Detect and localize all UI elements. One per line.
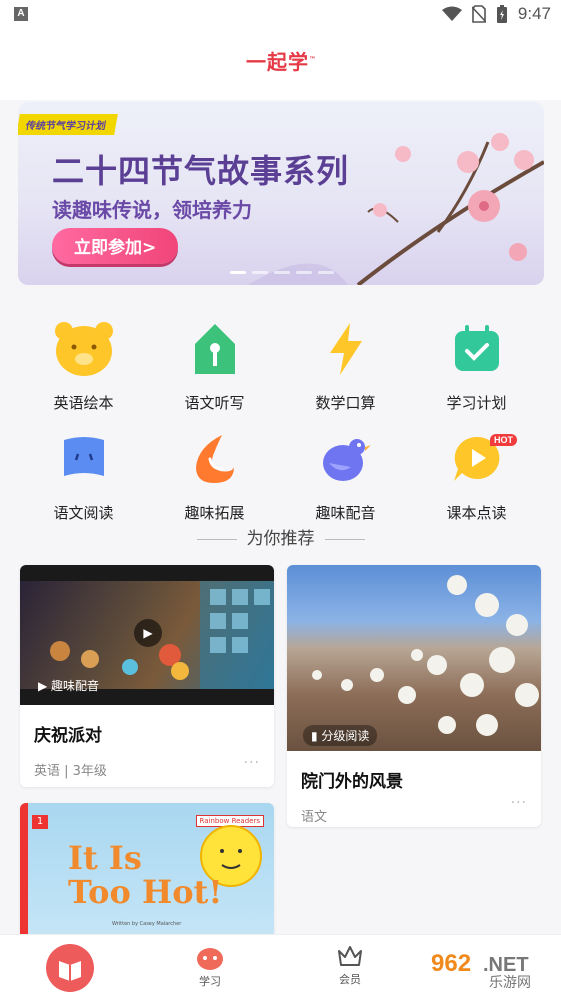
recommend-card[interactable]: ▶ ▶ 趣味配音 庆祝派对 英语 | 3年级 ··· <box>20 565 274 787</box>
cotton-field-image: ▮ 分级阅读 <box>287 565 541 751</box>
watermark-number: 962 <box>431 950 471 977</box>
tab-label: 学习 <box>199 975 221 988</box>
status-bar: A 9:47 <box>0 0 561 30</box>
more-options-icon[interactable]: ··· <box>511 795 527 811</box>
banner-subtitle: 读趣味传说，领培养力 <box>52 198 252 222</box>
carousel-indicator <box>230 271 334 274</box>
book-spine <box>20 803 28 943</box>
tab-member[interactable]: 会员 <box>280 935 420 1000</box>
menu-item-chinese-dictation[interactable]: 语文听写 <box>149 318 280 414</box>
video-thumbnail: ▶ ▶ 趣味配音 <box>20 565 274 705</box>
category-badge: ▶ 趣味配音 <box>38 679 100 693</box>
tab-study[interactable]: 学习 <box>140 935 280 1000</box>
banner-tag: 传统节气学习计划 <box>18 114 118 135</box>
flame-icon <box>184 428 246 490</box>
menu-item-math-calculation[interactable]: 数学口算 <box>280 318 411 414</box>
hot-badge: HOT <box>490 434 517 446</box>
book-icon <box>53 428 115 490</box>
menu-item-chinese-reading[interactable]: 语文阅读 <box>18 428 149 524</box>
feature-grid: 英语绘本 语文听写 数学口算 学习计划 语文阅读 趣味拓展 趣味配音 HOT 课… <box>18 318 544 524</box>
banner-title: 二十四节气故事系列 <box>52 152 350 190</box>
menu-item-study-plan[interactable]: 学习计划 <box>411 318 542 414</box>
card-meta: 语文 <box>301 810 328 825</box>
recommend-card[interactable]: ▮ 分级阅读 院门外的风景 语文 ··· <box>287 565 541 827</box>
no-sim-icon <box>471 5 486 23</box>
crown-icon <box>338 946 362 966</box>
menu-item-label: 语文听写 <box>184 394 245 412</box>
join-now-button[interactable]: 立即参加> <box>52 228 179 264</box>
bird-icon <box>315 428 377 490</box>
watermark-site: 乐游网 <box>489 975 531 991</box>
wifi-icon <box>441 6 462 21</box>
carousel-dot <box>230 271 246 274</box>
menu-item-label: 趣味配音 <box>315 504 376 522</box>
carousel-dot <box>318 271 334 274</box>
menu-item-label: 英语绘本 <box>53 394 114 412</box>
menu-item-english-picture-book[interactable]: 英语绘本 <box>18 318 149 414</box>
battery-icon <box>496 5 507 23</box>
carousel-dot <box>274 271 290 274</box>
play-icon[interactable]: ▶ <box>134 619 162 647</box>
book-title: It Is Too Hot! <box>68 839 223 911</box>
book-cover-image: 1 Rainbow Readers It Is Too Hot! Written … <box>20 803 274 943</box>
menu-item-label: 语文阅读 <box>53 504 114 522</box>
menu-item-fun-dubbing[interactable]: 趣味配音 <box>280 428 411 524</box>
recommend-card[interactable]: 1 Rainbow Readers It Is Too Hot! Written … <box>20 803 274 943</box>
watermark-domain: .NET <box>483 954 529 976</box>
carousel-dot <box>252 271 268 274</box>
book-number: 1 <box>32 815 48 829</box>
book-credit: Written by Casey Malarcher <box>112 921 182 927</box>
site-watermark: 962 .NET 乐游网 <box>425 944 555 992</box>
divider <box>324 538 365 540</box>
divider <box>196 538 237 540</box>
card-title: 院门外的风景 <box>301 772 403 792</box>
calendar-check-icon <box>446 318 508 380</box>
more-options-icon[interactable]: ··· <box>244 755 260 771</box>
pen-icon <box>184 318 246 380</box>
tab-home[interactable] <box>0 935 140 1000</box>
status-icons: 9:47 <box>441 4 551 24</box>
keyboard-indicator-icon: A <box>14 7 28 21</box>
menu-item-label: 学习计划 <box>446 394 507 412</box>
home-book-icon <box>46 944 94 992</box>
category-badge: ▮ 分级阅读 <box>303 725 378 746</box>
menu-item-fun-extension[interactable]: 趣味拓展 <box>149 428 280 524</box>
promo-banner[interactable]: 传统节气学习计划 二十四节气故事系列 读趣味传说，领培养力 立即参加> <box>18 102 544 285</box>
section-title-recommend: 为你推荐 <box>0 524 561 549</box>
card-title: 庆祝派对 <box>34 726 102 746</box>
clock: 9:47 <box>517 4 551 23</box>
menu-item-label: 课本点读 <box>446 504 507 522</box>
carousel-dot <box>296 271 312 274</box>
study-icon <box>197 948 223 970</box>
menu-item-textbook-reading[interactable]: HOT 课本点读 <box>411 428 542 524</box>
tab-label: 会员 <box>339 973 361 986</box>
app-logo: 一起学™ <box>246 50 317 74</box>
menu-item-label: 趣味拓展 <box>184 504 245 522</box>
menu-item-label: 数学口算 <box>315 394 376 412</box>
lightning-icon <box>315 318 377 380</box>
app-header: 一起学™ <box>0 30 561 100</box>
card-meta: 英语 | 3年级 <box>34 764 107 779</box>
bear-icon <box>53 318 115 380</box>
